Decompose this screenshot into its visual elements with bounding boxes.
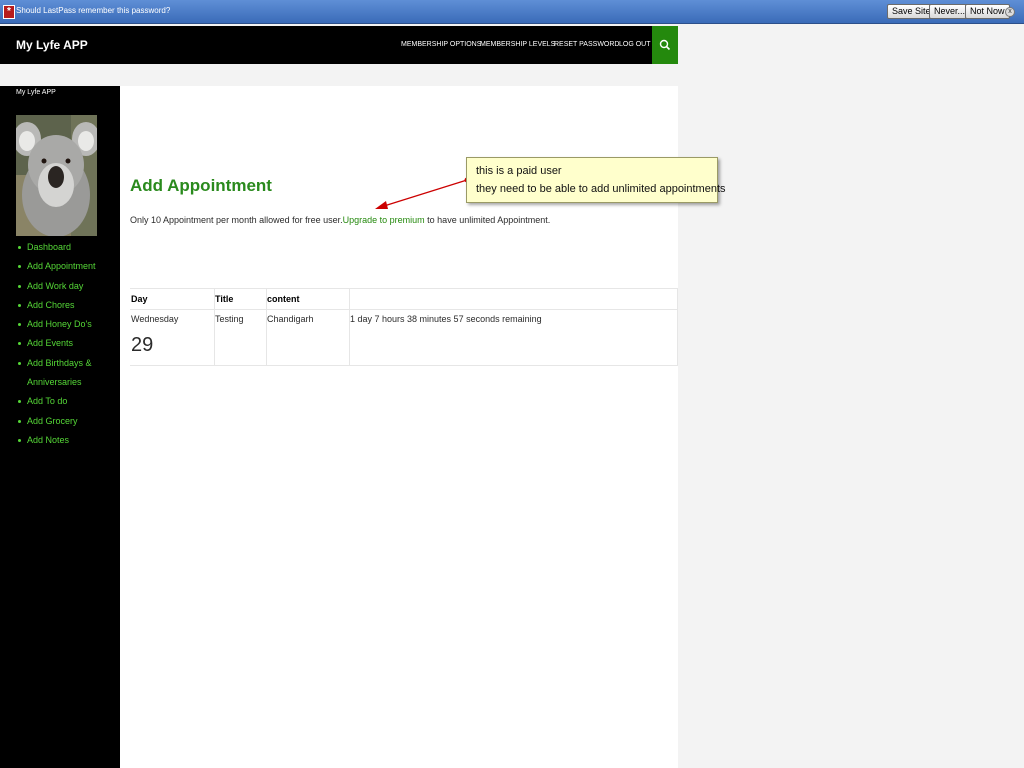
annotation-arrow [375, 177, 470, 209]
annotation-callout: this is a paid user they need to be able… [466, 157, 726, 203]
annotation-line-1: this is a paid user [476, 165, 562, 177]
annotation-line-2: they need to be able to add unlimited ap… [476, 183, 726, 195]
